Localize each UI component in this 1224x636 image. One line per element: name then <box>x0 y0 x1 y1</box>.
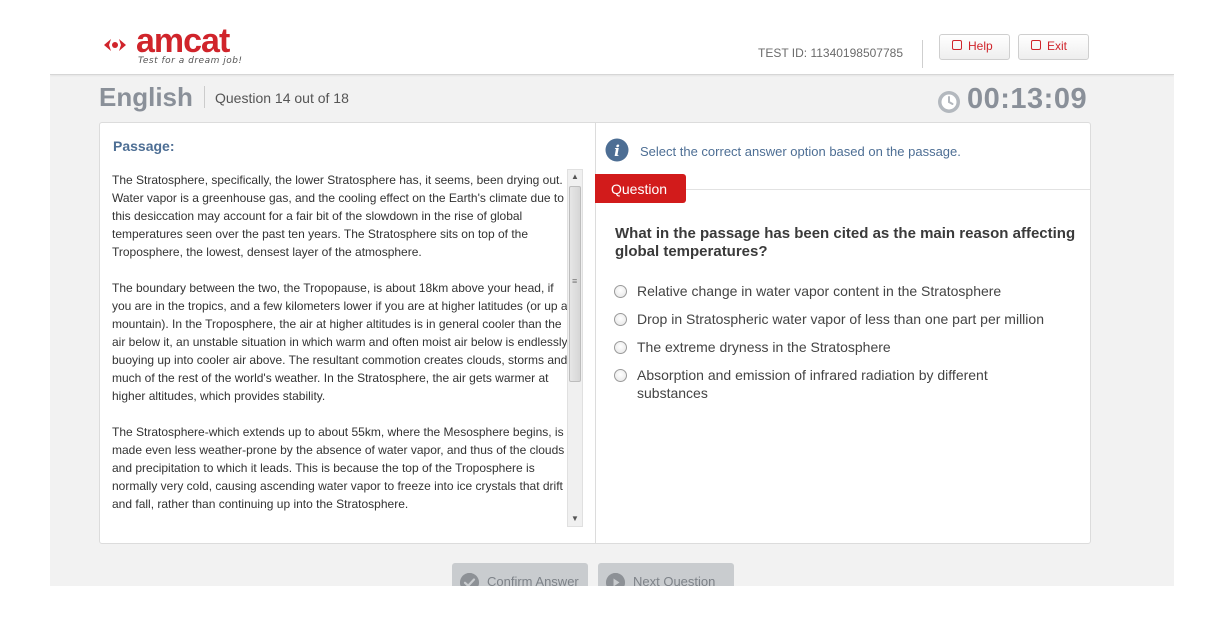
exit-icon <box>1031 40 1041 50</box>
passage-pane: Passage: The Stratosphere, specifically,… <box>100 123 596 543</box>
question-text: What in the passage has been cited as th… <box>615 225 1076 260</box>
test-page: amcat Test for a dream job! TEST ID: 113… <box>50 0 1174 586</box>
grip-icon: ≡ <box>572 276 578 286</box>
answer-option[interactable]: The extreme dryness in the Stratosphere <box>614 337 1080 365</box>
passage-scrollbar[interactable]: ▲ ≡ ▼ <box>567 169 583 527</box>
radio-button[interactable] <box>614 313 627 326</box>
check-icon <box>460 573 479 586</box>
question-tab: Question <box>595 174 686 203</box>
help-button[interactable]: Help <box>939 34 1010 60</box>
passage-paragraph: The Stratosphere-which extends up to abo… <box>112 425 565 511</box>
help-icon <box>952 40 962 50</box>
answer-option[interactable]: Relative change in water vapor content i… <box>614 281 1080 309</box>
countdown-timer: 00:13:09 <box>967 83 1088 115</box>
section-title: English <box>99 82 193 112</box>
answer-options: Relative change in water vapor content i… <box>614 281 1080 411</box>
exit-button[interactable]: Exit <box>1018 34 1089 60</box>
exit-label: Exit <box>1047 39 1068 53</box>
confirm-answer-label: Confirm Answer <box>487 574 579 586</box>
answer-option[interactable]: Drop in Stratospheric water vapor of les… <box>614 309 1080 337</box>
info-icon: i <box>605 138 629 162</box>
logo: amcat Test for a dream job! <box>102 24 262 70</box>
question-counter: Question 14 out of 18 <box>215 90 349 106</box>
svg-text:i: i <box>614 142 620 160</box>
clock-icon <box>938 91 960 113</box>
option-label[interactable]: Absorption and emission of infrared radi… <box>637 366 1057 402</box>
logo-mark-icon <box>104 39 126 51</box>
play-icon <box>606 573 625 586</box>
passage-paragraph: The Stratosphere, specifically, the lowe… <box>112 173 564 259</box>
radio-button[interactable] <box>614 369 627 382</box>
scrollbar-thumb[interactable]: ≡ <box>569 186 581 382</box>
scroll-up-icon[interactable]: ▲ <box>568 170 582 184</box>
passage-text[interactable]: The Stratosphere, specifically, the lowe… <box>112 171 570 527</box>
passage-label: Passage: <box>113 138 175 154</box>
option-label[interactable]: Drop in Stratospheric water vapor of les… <box>637 310 1057 328</box>
instruction-text: Select the correct answer option based o… <box>640 144 961 159</box>
scroll-down-icon[interactable]: ▼ <box>568 512 582 526</box>
radio-button[interactable] <box>614 341 627 354</box>
option-label[interactable]: The extreme dryness in the Stratosphere <box>637 338 1057 356</box>
header-divider <box>922 40 923 68</box>
logo-text: amcat <box>136 22 230 60</box>
question-pane: i Select the correct answer option based… <box>595 123 1090 543</box>
top-bar: amcat Test for a dream job! TEST ID: 113… <box>50 0 1174 75</box>
option-label[interactable]: Relative change in water vapor content i… <box>637 282 1057 300</box>
next-question-button[interactable]: Next Question <box>598 563 734 586</box>
question-panel: Passage: The Stratosphere, specifically,… <box>99 122 1091 544</box>
confirm-answer-button[interactable]: Confirm Answer <box>452 563 588 586</box>
test-id: TEST ID: 11340198507785 <box>758 46 903 60</box>
logo-tagline: Test for a dream job! <box>138 56 243 66</box>
answer-option[interactable]: Absorption and emission of infrared radi… <box>614 365 1080 411</box>
radio-button[interactable] <box>614 285 627 298</box>
passage-paragraph: The boundary between the two, the Tropop… <box>112 281 568 403</box>
section-divider <box>204 86 205 108</box>
next-question-label: Next Question <box>633 574 716 586</box>
help-label: Help <box>968 39 993 53</box>
